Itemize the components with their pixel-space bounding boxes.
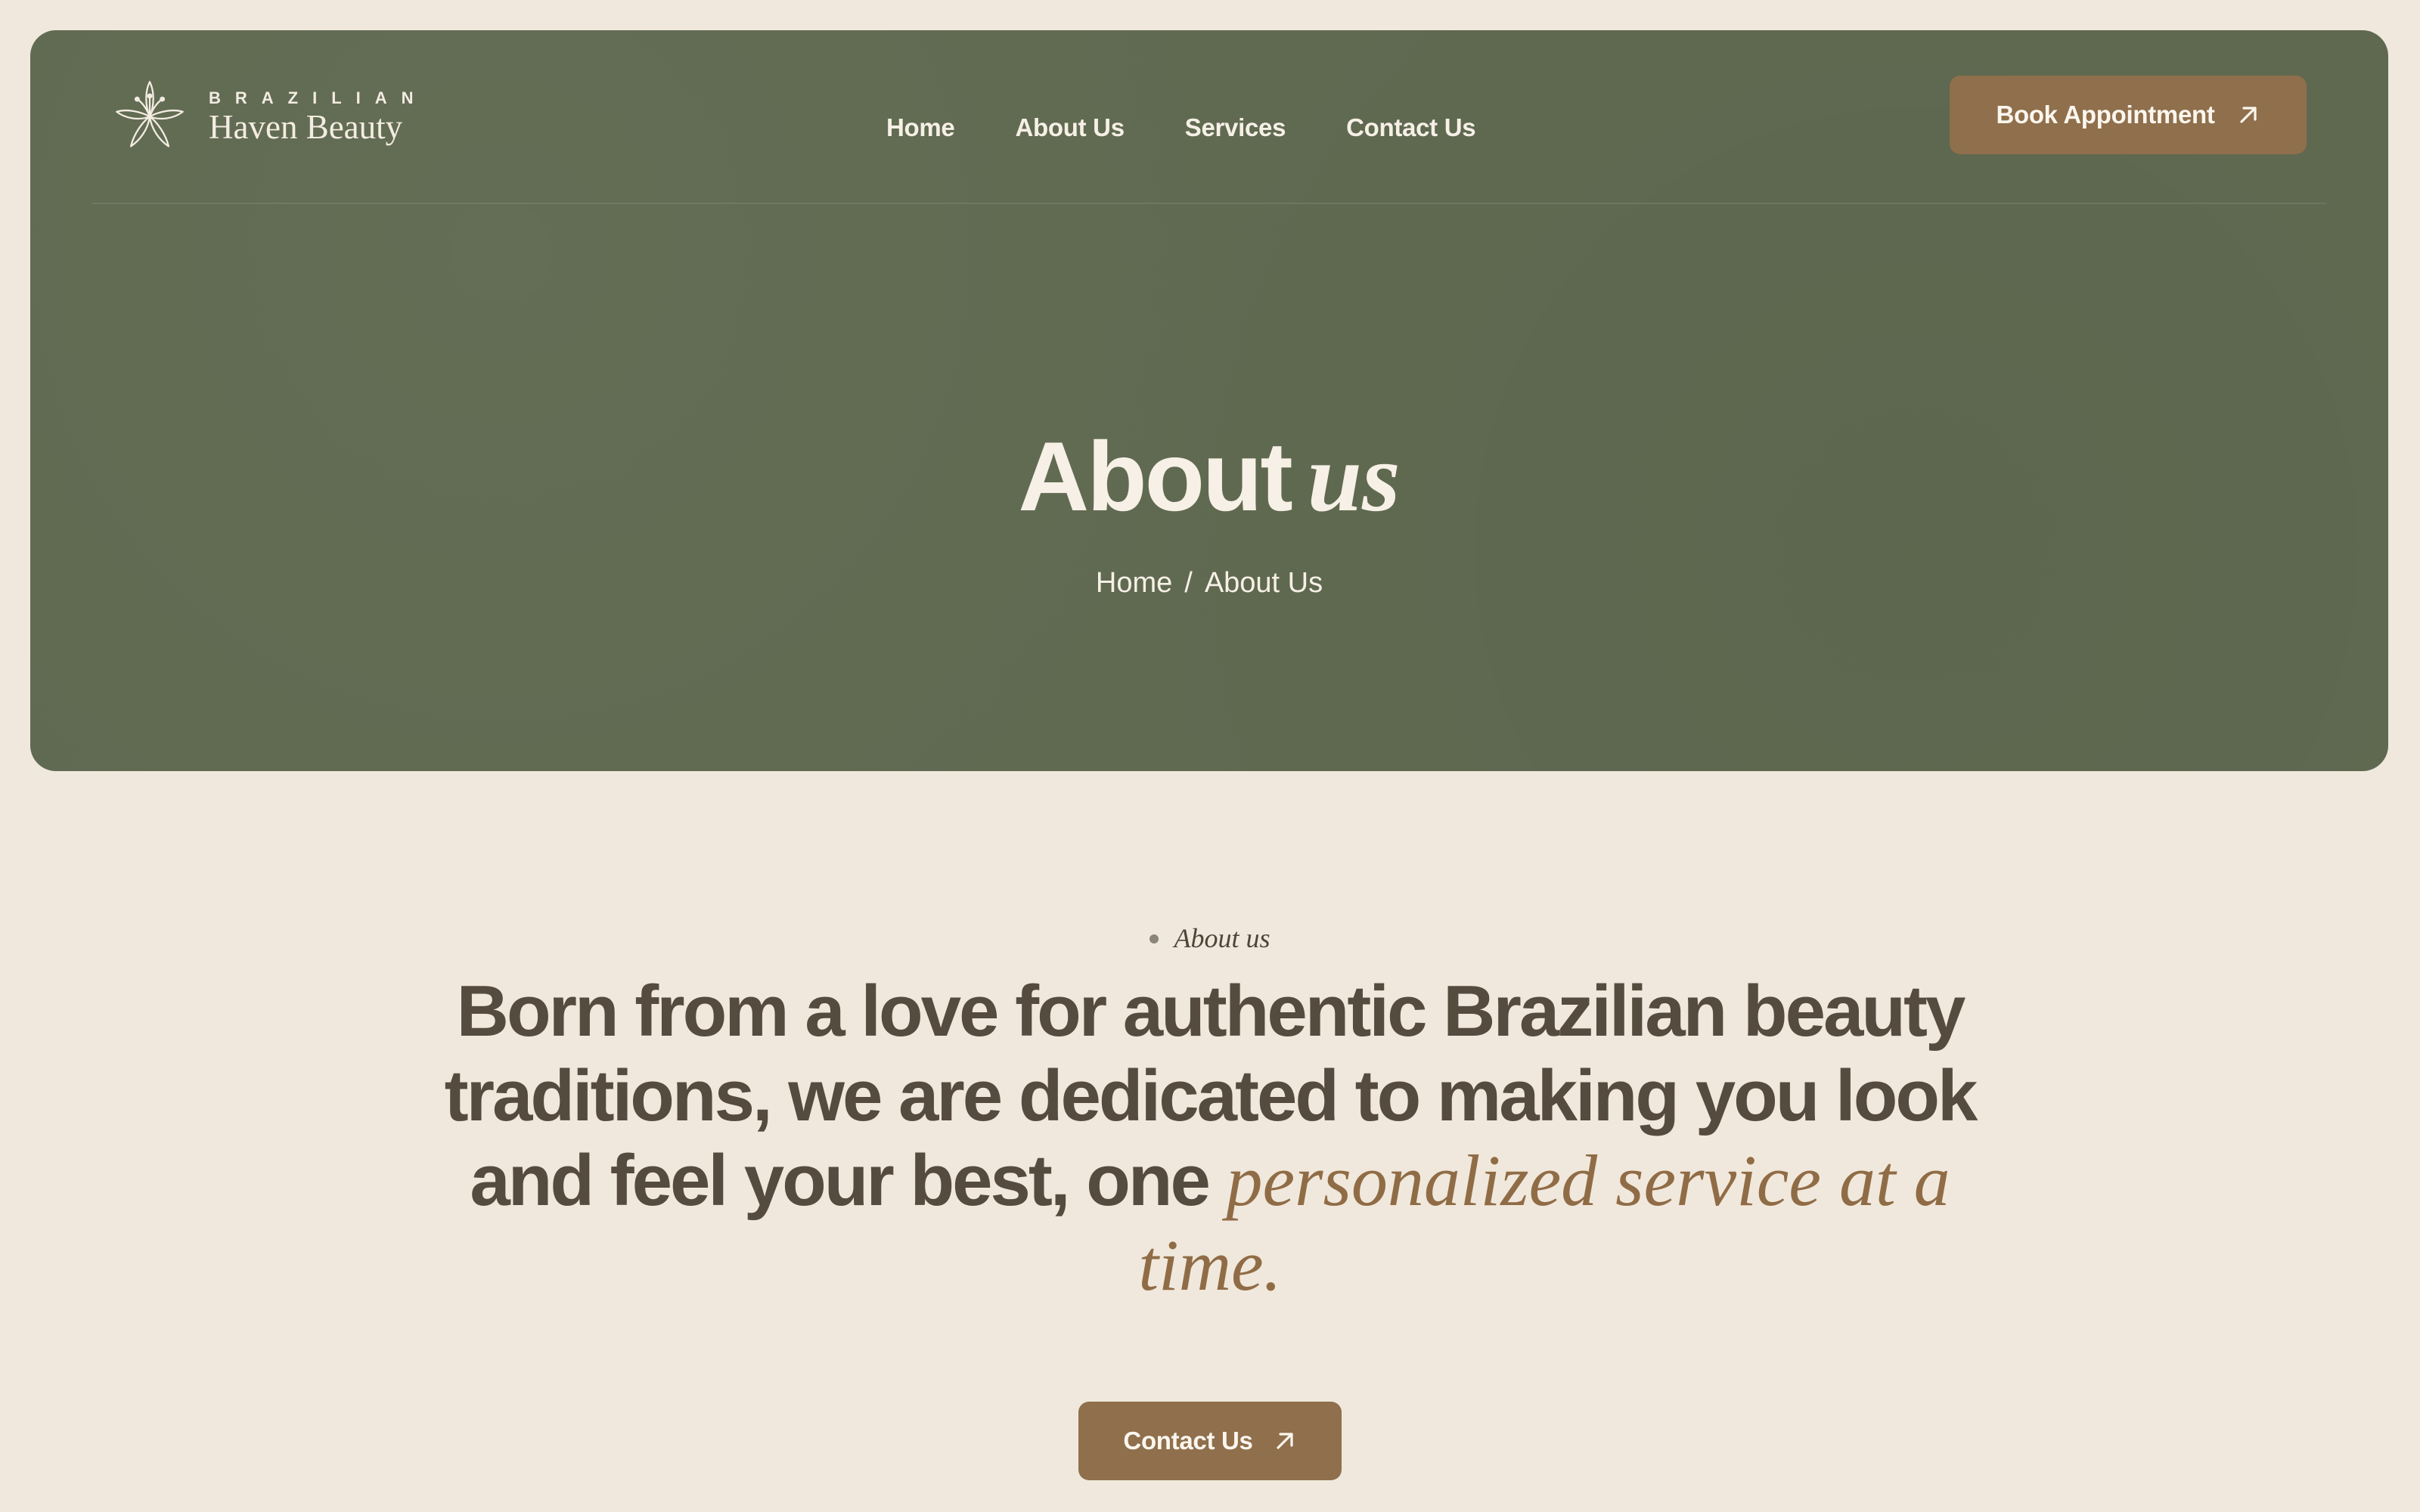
navbar: BRAZILIAN Haven Beauty Home About Us Ser… xyxy=(30,30,2388,203)
section-label: About us xyxy=(0,922,2420,954)
hero-banner: BRAZILIAN Haven Beauty Home About Us Ser… xyxy=(30,30,2388,771)
brand-name: Haven Beauty xyxy=(209,108,403,146)
breadcrumb-separator: / xyxy=(1184,567,1193,599)
label-dot-icon xyxy=(1150,934,1159,943)
book-appointment-label: Book Appointment xyxy=(1996,101,2215,129)
page-title-main: About xyxy=(1018,421,1292,531)
section-label-text: About us xyxy=(1174,923,1270,953)
contact-us-button[interactable]: Contact Us xyxy=(1078,1402,1342,1480)
arrow-up-right-icon xyxy=(1276,1433,1293,1449)
about-statement: Born from a love for authentic Brazilian… xyxy=(424,969,1996,1308)
nav-link-services[interactable]: Services xyxy=(1185,113,1286,142)
about-statement-accent: personalized service at a time. xyxy=(1138,1140,1950,1306)
nav-divider xyxy=(92,203,2326,204)
brand-logo[interactable]: BRAZILIAN Haven Beauty xyxy=(110,77,428,156)
breadcrumb-home[interactable]: Home xyxy=(1096,567,1172,600)
page-title: About us xyxy=(30,423,2388,555)
nav-link-about[interactable]: About Us xyxy=(1016,113,1125,142)
main-nav: Home About Us Services Contact Us xyxy=(886,113,1476,142)
lily-flower-logo-icon xyxy=(116,81,184,147)
brand-wordmark: BRAZILIAN Haven Beauty xyxy=(209,88,428,144)
contact-us-label: Contact Us xyxy=(1123,1427,1253,1455)
arrow-up-right-icon xyxy=(2239,107,2257,123)
breadcrumb: Home / About Us xyxy=(30,567,2388,600)
breadcrumb-current: About Us xyxy=(1204,567,1323,599)
page-title-italic: us xyxy=(1307,423,1401,532)
nav-link-contact[interactable]: Contact Us xyxy=(1346,113,1475,142)
brand-sub: BRAZILIAN xyxy=(209,88,428,107)
nav-link-home[interactable]: Home xyxy=(886,113,955,142)
book-appointment-button[interactable]: Book Appointment xyxy=(1950,76,2307,154)
